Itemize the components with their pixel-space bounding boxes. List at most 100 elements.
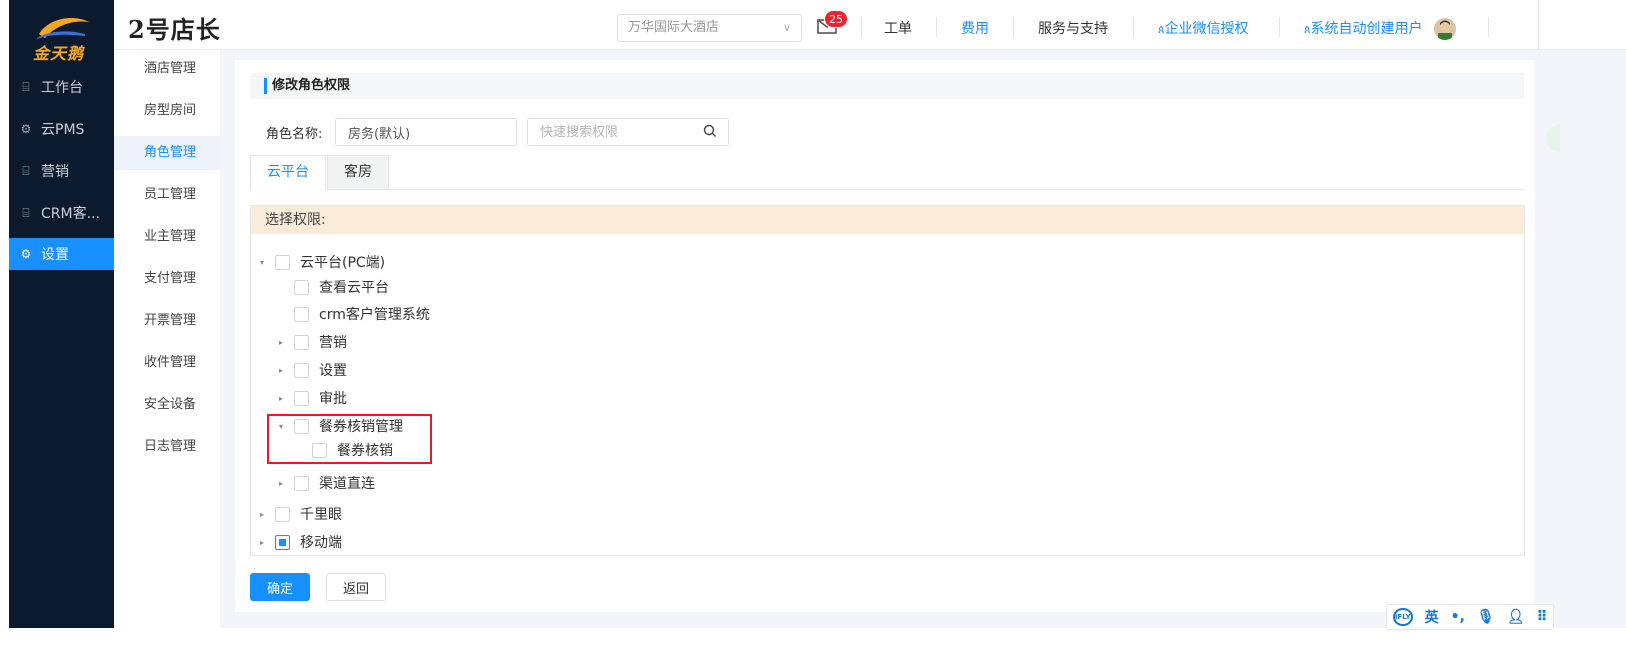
grid-icon: ⌸ [22, 163, 30, 178]
tree-node-label: 渠道直连 [319, 476, 375, 492]
avatar[interactable] [1434, 18, 1456, 40]
nav-item-settings[interactable]: ⚙ 设置 [9, 238, 114, 270]
tree-node-marketing: ▸ 营销 [276, 331, 347, 353]
permission-tree: 选择权限: [250, 205, 1525, 556]
annotation-highlight-box [267, 414, 432, 464]
tree-node-label: 查看云平台 [319, 280, 389, 296]
tree-node-label: 营销 [319, 335, 347, 351]
nav-item-label: 设置 [41, 247, 69, 263]
gear-icon: ⚙ [20, 122, 32, 136]
tree-node-qianliyan: ▸ 千里眼 [257, 503, 342, 525]
punctuation-icon[interactable]: •, [1451, 609, 1465, 625]
hotel-select[interactable]: 万华国际大酒店 ∨ [617, 14, 802, 42]
tree-checkbox[interactable] [275, 506, 290, 522]
app-brand: 2号店长 [128, 15, 221, 44]
caret-right-icon[interactable]: ▸ [276, 366, 286, 375]
hotel-select-value: 万华国际大酒店 [628, 20, 720, 35]
tree-node-crm: crm客户管理系统 [276, 303, 430, 325]
tree-checkbox[interactable] [275, 254, 290, 270]
ime-toolbar: iFLY 英 •, 🎙︎ 👤︎ ⠿ [1386, 604, 1554, 630]
subnav-item-mail[interactable]: 收件管理 [114, 346, 220, 380]
tree-node-pc: ▾ 云平台(PC端) [257, 251, 385, 273]
caret-right-icon[interactable]: ▸ [257, 538, 267, 547]
settings-subnav: 酒店管理 房型房间 角色管理 员工管理 业主管理 支付管理 开票管理 收件管理 … [114, 50, 220, 628]
subnav-item-room-type[interactable]: 房型房间 [114, 94, 220, 128]
user-icon[interactable]: 👤︎ [1507, 609, 1525, 625]
tree-node-view-cloud: 查看云平台 [276, 276, 389, 298]
tree-node-label: crm客户管理系统 [319, 307, 430, 323]
back-button[interactable]: 返回 [326, 573, 386, 601]
logo-text: 金天鹅 [33, 44, 85, 63]
subnav-item-log[interactable]: 日志管理 [114, 430, 220, 464]
tree-checkbox[interactable] [294, 306, 309, 322]
permission-search-input[interactable] [527, 118, 729, 146]
fee-link[interactable]: 费用 [961, 18, 989, 38]
tree-checkbox[interactable] [294, 362, 309, 378]
subnav-item-role[interactable]: 角色管理 [114, 136, 220, 170]
nav-item-cloud-pms[interactable]: ⚙ 云PMS [9, 113, 114, 145]
grid-icon: ⌸ [22, 79, 30, 94]
main-sidebar: 金天鹅 ⌸ 工作台 ⚙ 云PMS ⌸ 营销 ⌸ CRM客... ⚙ 设置 [9, 0, 114, 628]
top-header: 2号店长 万华国际大酒店 ∨ 25 工单 费用 服务与支持 ጰ企业微信授权 ጰ系… [114, 0, 1626, 50]
nav-item-label: CRM客... [41, 206, 100, 222]
user-name: 系统自动创建用户 [1310, 21, 1423, 37]
subnav-item-invoice[interactable]: 开票管理 [114, 304, 220, 338]
search-icon[interactable] [702, 123, 718, 139]
caret-right-icon[interactable]: ▸ [276, 338, 286, 347]
role-name-input[interactable] [335, 118, 517, 146]
nav-item-label: 工作台 [41, 80, 83, 96]
gear-icon: ⚙ [20, 247, 32, 261]
subnav-item-staff[interactable]: 员工管理 [114, 178, 220, 212]
tree-checkbox[interactable] [294, 279, 309, 295]
wechat-auth-link[interactable]: ጰ企业微信授权 [1158, 18, 1249, 38]
caret-right-icon[interactable]: ▸ [276, 394, 286, 403]
work-order-link[interactable]: 工单 [884, 18, 912, 38]
nav-item-crm[interactable]: ⌸ CRM客... [9, 197, 114, 229]
wechat-auth-label: 企业微信授权 [1164, 21, 1249, 37]
tree-checkbox-indeterminate[interactable] [275, 534, 290, 550]
tree-node-settings: ▸ 设置 [276, 359, 347, 381]
ime-lang-toggle[interactable]: 英 [1425, 607, 1439, 627]
tree-node-label: 千里眼 [300, 507, 342, 523]
support-link[interactable]: 服务与支持 [1038, 18, 1108, 38]
nav-item-workbench[interactable]: ⌸ 工作台 [9, 71, 114, 103]
tree-checkbox[interactable] [294, 334, 309, 350]
microphone-icon[interactable]: 🎙︎ [1477, 609, 1495, 625]
nav-item-marketing[interactable]: ⌸ 营销 [9, 155, 114, 187]
tree-node-channel: ▸ 渠道直连 [276, 472, 375, 494]
grid-menu-icon[interactable]: ⠿ [1536, 609, 1547, 625]
subnav-item-hotel[interactable]: 酒店管理 [114, 52, 220, 86]
subnav-item-security[interactable]: 安全设备 [114, 388, 220, 422]
avatar-icon [1438, 20, 1452, 40]
caret-right-icon[interactable]: ▸ [276, 479, 286, 488]
header-divider [936, 17, 937, 37]
panel-title: 修改角色权限 [264, 78, 350, 94]
tree-header: 选择权限: [251, 206, 1524, 234]
header-divider [1488, 17, 1489, 37]
tab-cloud-platform[interactable]: 云平台 [250, 155, 326, 190]
chevron-down-icon: ∨ [782, 21, 791, 34]
header-divider [1538, 0, 1539, 50]
caret-down-icon[interactable]: ▾ [257, 258, 267, 267]
tab-guest-room[interactable]: 客房 [327, 155, 389, 190]
user-menu-link[interactable]: ጰ系统自动创建用户 [1304, 18, 1423, 38]
tree-node-mobile: ▸ 移动端 [257, 531, 342, 553]
logo-swoosh-icon [37, 18, 89, 39]
subnav-item-owner[interactable]: 业主管理 [114, 220, 220, 254]
tabs-underline [250, 189, 1524, 190]
tree-node-approval: ▸ 审批 [276, 387, 347, 409]
caret-right-icon[interactable]: ▸ [257, 510, 267, 519]
confirm-button[interactable]: 确定 [250, 573, 310, 601]
nav-item-label: 云PMS [41, 122, 85, 138]
tree-checkbox[interactable] [294, 390, 309, 406]
tree-node-label: 审批 [319, 391, 347, 407]
brand-logo[interactable]: 金天鹅 [27, 12, 97, 63]
header-divider [1013, 17, 1014, 37]
subnav-item-payment[interactable]: 支付管理 [114, 262, 220, 296]
notification-badge: 25 [824, 10, 848, 28]
ime-logo-icon[interactable]: iFLY [1393, 608, 1413, 626]
header-divider [1279, 17, 1280, 37]
tree-checkbox[interactable] [294, 475, 309, 491]
tree-node-label: 云平台(PC端) [300, 255, 386, 271]
header-divider [861, 17, 862, 37]
